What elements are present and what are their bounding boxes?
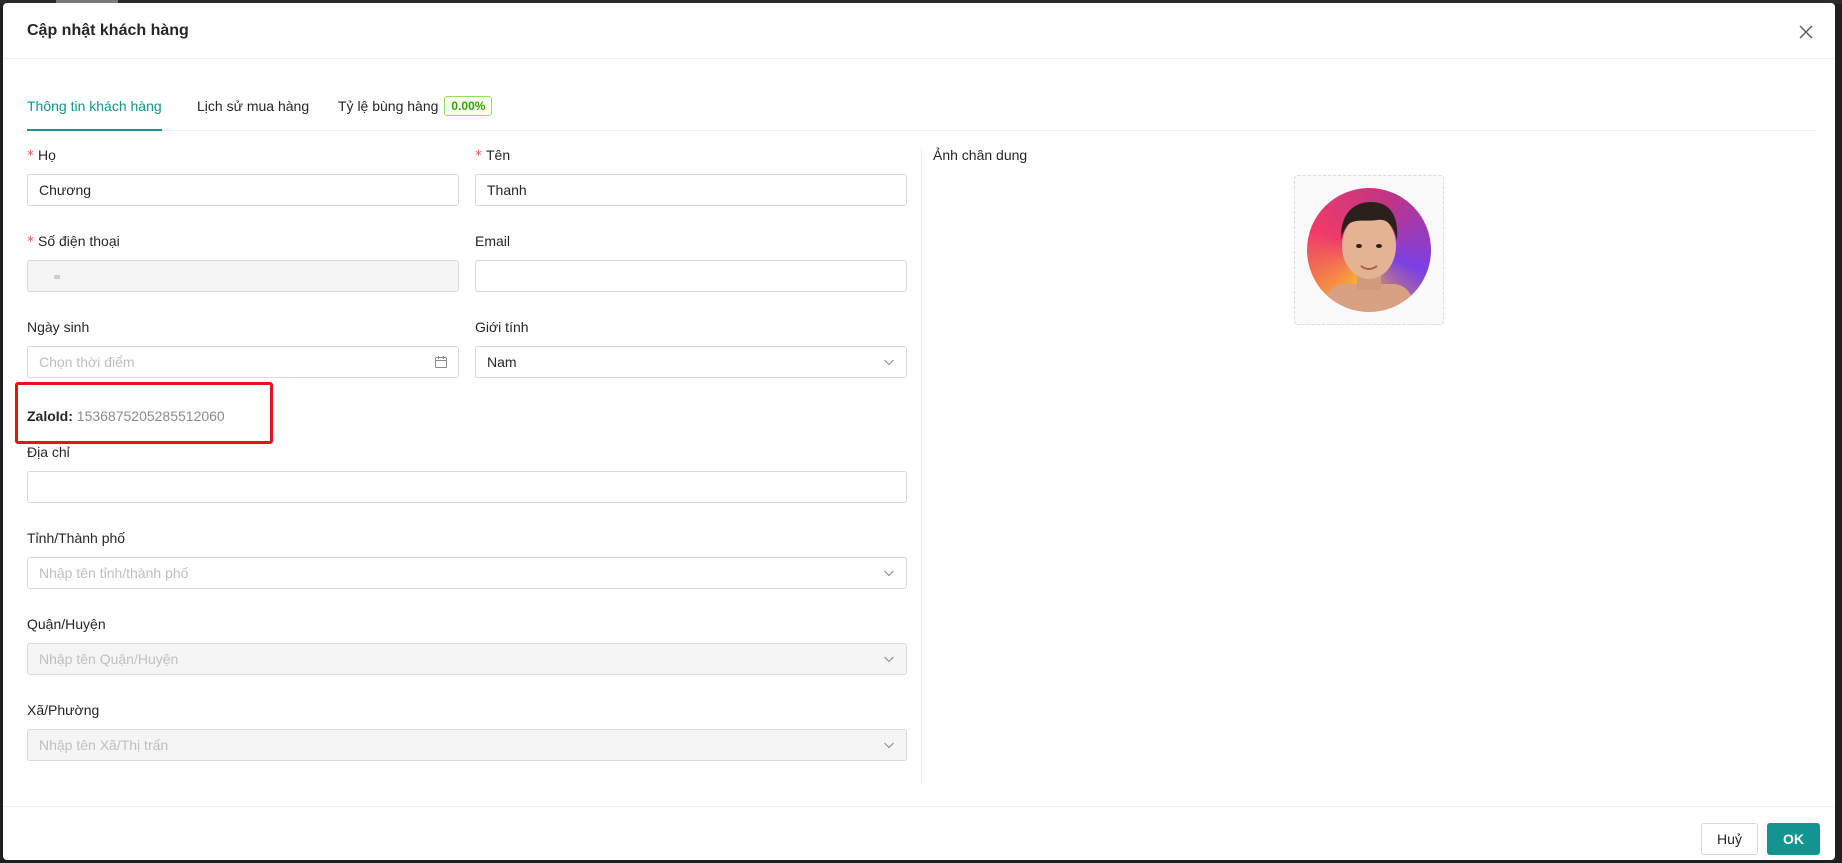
birthday-placeholder: Chọn thời điểm <box>39 354 135 370</box>
phone-label: * Số điện thoại <box>27 233 120 250</box>
address-input[interactable] <box>27 471 907 503</box>
masked-phone-value <box>54 275 60 279</box>
modal-footer: Huỷ OK <box>3 806 1835 860</box>
last-name-label: * Họ <box>27 147 56 164</box>
ok-button[interactable]: OK <box>1767 823 1820 855</box>
ward-label: Xã/Phường <box>27 702 100 718</box>
portrait-photo <box>1325 202 1413 312</box>
column-divider <box>921 148 922 784</box>
province-select[interactable]: Nhập tên tỉnh/thành phố <box>27 557 907 589</box>
district-label: Quận/Huyện <box>27 616 106 632</box>
birthday-date-picker[interactable]: Chọn thời điểm <box>27 346 459 378</box>
close-icon <box>1799 25 1813 39</box>
first-name-input[interactable]: Thanh <box>475 174 907 206</box>
chevron-down-icon <box>884 570 894 577</box>
tab-bar: Thông tin khách hàng Lịch sử mua hàng Tỷ… <box>27 83 1815 131</box>
avatar <box>1307 188 1431 312</box>
modal-header: Cập nhật khách hàng <box>3 3 1835 59</box>
ward-select[interactable]: Nhập tên Xã/Thị trấn <box>27 729 907 761</box>
modal-title: Cập nhật khách hàng <box>27 22 189 39</box>
email-label: Email <box>475 233 511 249</box>
tab-customer-info[interactable]: Thông tin khách hàng <box>27 83 162 131</box>
tab-label: Thông tin khách hàng <box>27 98 162 114</box>
address-label: Địa chỉ <box>27 444 70 460</box>
chevron-down-icon <box>884 656 894 663</box>
cancel-button[interactable]: Huỷ <box>1701 823 1758 855</box>
update-customer-modal: Cập nhật khách hàng Thông tin khách hàng… <box>3 3 1835 860</box>
gender-label: Giới tính <box>475 319 529 335</box>
tab-purchase-history[interactable]: Lịch sử mua hàng <box>197 83 309 131</box>
chevron-down-icon <box>884 359 894 366</box>
return-rate-badge: 0.00% <box>444 96 493 116</box>
tab-label: Tỷ lệ bùng hàng <box>338 98 439 114</box>
tab-label: Lịch sử mua hàng <box>197 98 310 114</box>
phone-input[interactable] <box>27 260 459 292</box>
last-name-input[interactable]: Chương <box>27 174 459 206</box>
gender-select[interactable]: Nam <box>475 346 907 378</box>
highlight-annotation-box <box>15 382 273 444</box>
required-mark: * <box>27 148 34 164</box>
province-placeholder: Nhập tên tỉnh/thành phố <box>39 565 189 581</box>
required-mark: * <box>475 148 482 164</box>
close-button[interactable] <box>1795 21 1817 43</box>
district-placeholder: Nhập tên Quận/Huyện <box>39 651 179 667</box>
birthday-label: Ngày sinh <box>27 319 90 335</box>
last-name-label-text: Họ <box>38 147 56 163</box>
chevron-down-icon <box>884 742 894 749</box>
portrait-upload[interactable] <box>1294 175 1444 325</box>
email-input[interactable] <box>475 260 907 292</box>
tab-return-rate[interactable]: Tỷ lệ bùng hàng 0.00% <box>338 83 493 131</box>
first-name-label-text: Tên <box>486 147 511 163</box>
portrait-label: Ảnh chân dung <box>933 147 1028 163</box>
required-mark: * <box>27 234 34 250</box>
gender-selected-value: Nam <box>487 354 517 370</box>
first-name-label: * Tên <box>475 147 510 164</box>
ward-placeholder: Nhập tên Xã/Thị trấn <box>39 737 169 753</box>
phone-label-text: Số điện thoại <box>38 233 120 249</box>
district-select[interactable]: Nhập tên Quận/Huyện <box>27 643 907 675</box>
calendar-icon <box>435 356 447 368</box>
province-label: Tỉnh/Thành phố <box>27 530 126 546</box>
